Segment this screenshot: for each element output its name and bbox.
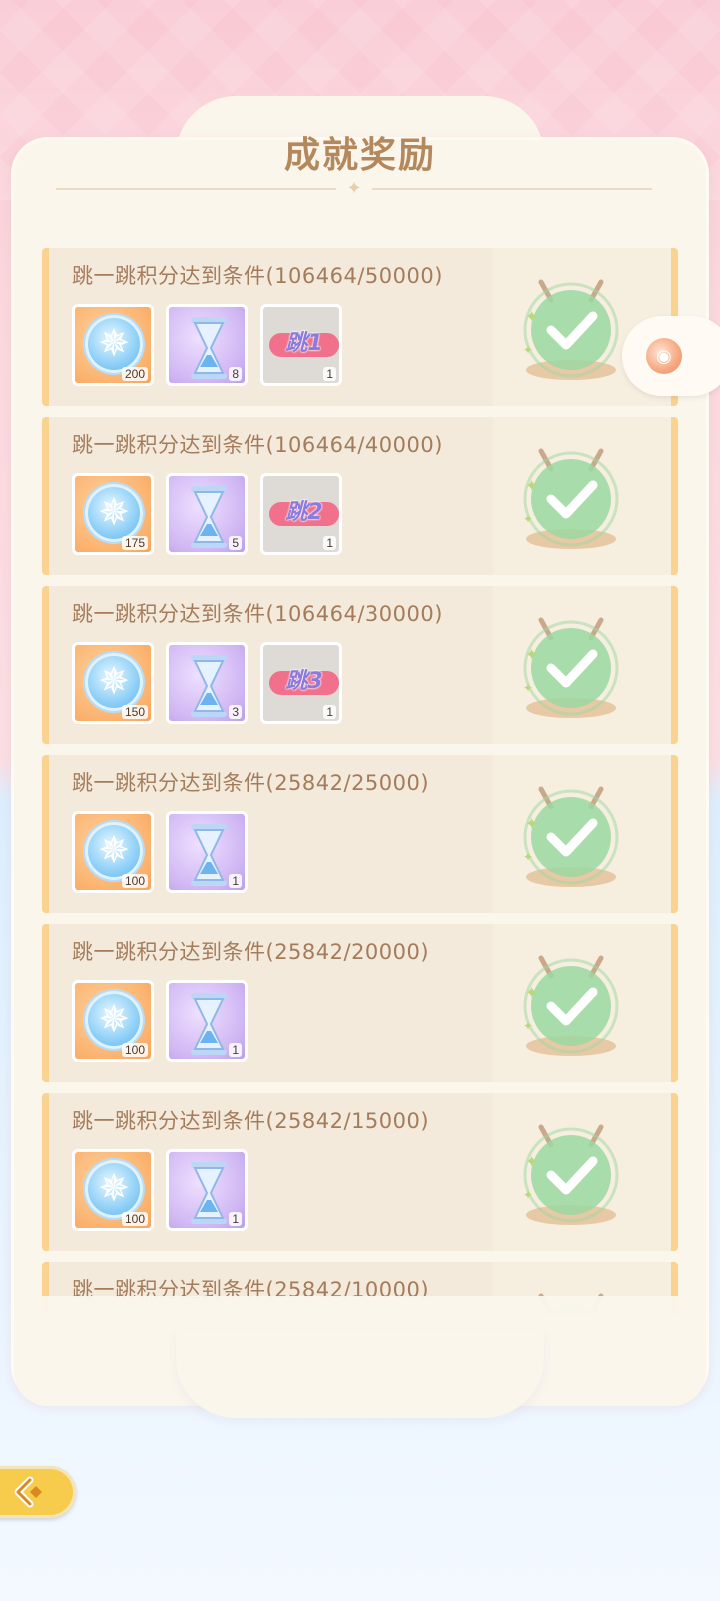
item-count: 1 (229, 874, 242, 888)
reward-condition: 跳一跳积分达到条件(106464/40000) (72, 433, 443, 457)
item-count: 8 (229, 367, 242, 381)
reward-items: ✵ 100 1 (72, 1149, 248, 1231)
reward-card: 跳一跳积分达到条件(106464/50000) ✵ 200 8 跳1 1 ✦ ✦ (42, 248, 678, 406)
reward-item[interactable]: 3 (166, 642, 248, 724)
back-button[interactable] (0, 1466, 76, 1518)
svg-text:✦: ✦ (523, 1019, 533, 1033)
reward-card: 跳一跳积分达到条件(25842/25000) ✵ 100 1 ✦ ✦ (42, 755, 678, 913)
item-count: 1 (323, 536, 336, 550)
reward-items: ✵ 150 3 跳3 1 (72, 642, 342, 724)
reward-condition: 跳一跳积分达到条件(25842/25000) (72, 771, 430, 795)
reward-list[interactable]: 跳一跳积分达到条件(106464/50000) ✵ 200 8 跳1 1 ✦ ✦… (42, 248, 678, 1316)
item-count: 100 (121, 1212, 148, 1226)
jump-tag-icon: 跳1 (269, 333, 339, 357)
item-count: 100 (121, 1043, 148, 1057)
item-count: 1 (229, 1212, 242, 1226)
item-count: 175 (121, 536, 148, 550)
reward-item[interactable]: ✵ 100 (72, 1149, 154, 1231)
svg-text:✦: ✦ (525, 1152, 538, 1171)
back-arrow-icon (14, 1476, 42, 1508)
item-count: 5 (229, 536, 242, 550)
claimed-check-icon: ✦ ✦ (523, 617, 619, 718)
svg-text:✦: ✦ (525, 983, 538, 1002)
svg-text:✦: ✦ (525, 814, 538, 833)
claimed-check-icon: ✦ ✦ (523, 279, 619, 380)
item-count: 1 (229, 1043, 242, 1057)
reward-item[interactable]: ✵ 100 (72, 980, 154, 1062)
reward-items: ✵ 100 1 (72, 811, 248, 893)
gem-icon: ◉ (646, 338, 682, 374)
compass-icon: ✵ (85, 1160, 143, 1218)
reward-card: 跳一跳积分达到条件(106464/40000) ✵ 175 5 跳2 1 ✦ ✦ (42, 417, 678, 575)
svg-text:✦: ✦ (523, 681, 533, 695)
title-divider-right (372, 188, 652, 190)
compass-icon: ✵ (85, 991, 143, 1049)
claimed-check-icon: ✦ ✦ (523, 786, 619, 887)
compass-icon: ✵ (85, 653, 143, 711)
compass-icon: ✵ (85, 484, 143, 542)
reward-condition: 跳一跳积分达到条件(106464/30000) (72, 602, 443, 626)
reward-items: ✵ 100 1 (72, 980, 248, 1062)
reward-item[interactable]: ✵ 175 (72, 473, 154, 555)
compass-icon: ✵ (85, 315, 143, 373)
reward-condition: 跳一跳积分达到条件(106464/50000) (72, 264, 443, 288)
hourglass-icon (191, 655, 227, 717)
reward-card: 跳一跳积分达到条件(106464/30000) ✵ 150 3 跳3 1 ✦ ✦ (42, 586, 678, 744)
reward-item[interactable]: 5 (166, 473, 248, 555)
svg-text:✦: ✦ (525, 307, 538, 326)
reward-card: 跳一跳积分达到条件(25842/15000) ✵ 100 1 ✦ ✦ (42, 1093, 678, 1251)
item-count: 1 (323, 367, 336, 381)
reward-item[interactable]: 1 (166, 980, 248, 1062)
title-divider-left (56, 188, 336, 190)
hourglass-icon (191, 824, 227, 886)
hourglass-icon (191, 317, 227, 379)
reward-item[interactable]: 8 (166, 304, 248, 386)
claimed-check-icon: ✦ ✦ (523, 1124, 619, 1225)
svg-text:✦: ✦ (523, 850, 533, 864)
reward-item[interactable]: ✵ 100 (72, 811, 154, 893)
claimed-check-icon: ✦ ✦ (523, 448, 619, 549)
hourglass-icon (191, 1162, 227, 1224)
item-count: 200 (121, 367, 148, 381)
reward-item[interactable]: 1 (166, 1149, 248, 1231)
item-count: 3 (229, 705, 242, 719)
item-count: 1 (323, 705, 336, 719)
side-shortcut-button[interactable]: ◉ (622, 316, 720, 396)
sparkle-icon: ✦ (346, 178, 362, 198)
reward-condition: 跳一跳积分达到条件(25842/15000) (72, 1109, 430, 1133)
svg-text:✦: ✦ (523, 343, 533, 357)
panel-bottom-cap (176, 1330, 544, 1418)
item-count: 100 (121, 874, 148, 888)
hourglass-icon (191, 993, 227, 1055)
jump-tag-icon: 跳2 (269, 502, 339, 526)
reward-condition: 跳一跳积分达到条件(25842/20000) (72, 940, 430, 964)
jump-tag-icon: 跳3 (269, 671, 339, 695)
reward-items: ✵ 175 5 跳2 1 (72, 473, 342, 555)
svg-text:✦: ✦ (523, 1188, 533, 1202)
reward-item[interactable]: ✵ 150 (72, 642, 154, 724)
reward-item[interactable]: 跳1 1 (260, 304, 342, 386)
reward-items: ✵ 200 8 跳1 1 (72, 304, 342, 386)
claimed-check-icon: ✦ ✦ (523, 955, 619, 1056)
svg-text:✦: ✦ (523, 512, 533, 526)
page-title: 成就奖励 (283, 135, 436, 176)
item-count: 150 (121, 705, 148, 719)
reward-item[interactable]: 跳3 1 (260, 642, 342, 724)
reward-item[interactable]: 1 (166, 811, 248, 893)
reward-card: 跳一跳积分达到条件(25842/20000) ✵ 100 1 ✦ ✦ (42, 924, 678, 1082)
compass-icon: ✵ (85, 822, 143, 880)
hourglass-icon (191, 486, 227, 548)
svg-text:✦: ✦ (525, 645, 538, 664)
svg-text:✦: ✦ (525, 476, 538, 495)
reward-item[interactable]: 跳2 1 (260, 473, 342, 555)
reward-item[interactable]: ✵ 200 (72, 304, 154, 386)
